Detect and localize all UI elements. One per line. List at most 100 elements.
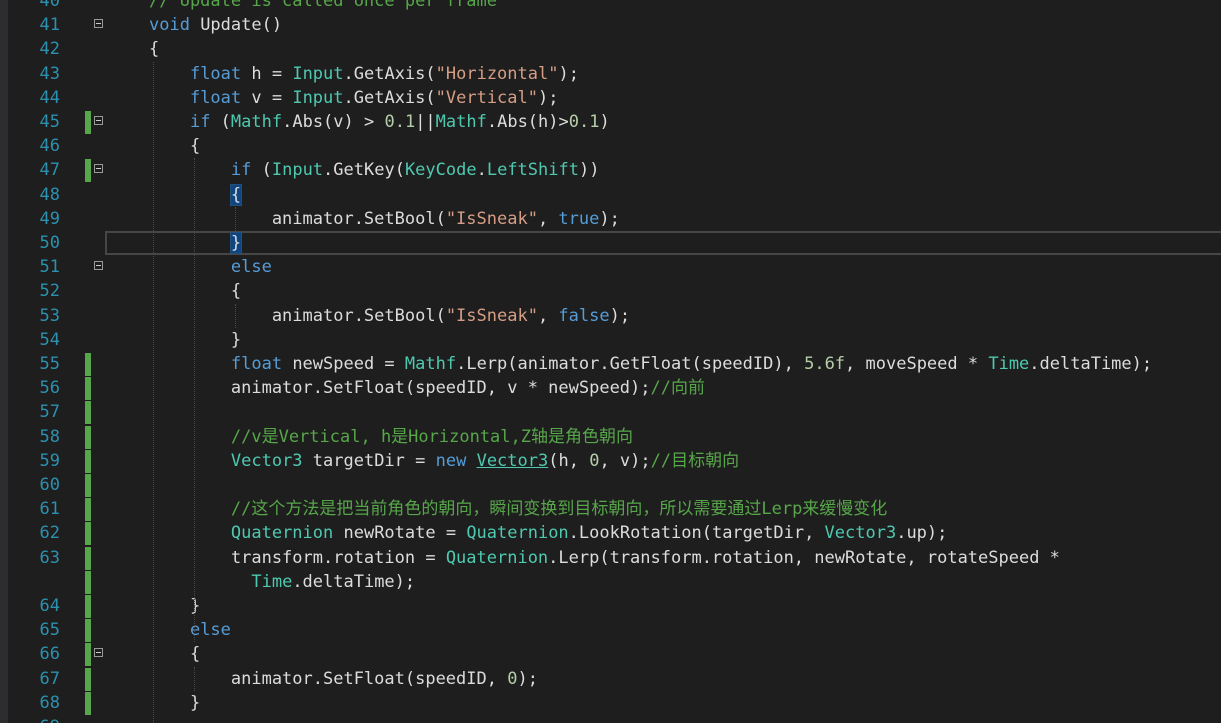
code-line[interactable]: 58 //v是Vertical, h是Horizontal,Z轴是角色朝向: [0, 425, 1221, 449]
code-line[interactable]: 41 void Update(): [0, 13, 1221, 37]
code-line[interactable]: 64 }: [0, 594, 1221, 618]
code-token: //向前: [650, 378, 705, 399]
code-text: Time.deltaTime);: [149, 570, 415, 594]
code-token: Vector3: [230, 450, 303, 471]
code-token: Quaternion: [466, 523, 569, 544]
code-line[interactable]: 53 animator.SetBool("IsSneak", false);: [0, 304, 1221, 328]
code-line[interactable]: 42 {: [0, 37, 1221, 61]
code-line[interactable]: 67 animator.SetFloat(speedID, 0);: [0, 667, 1221, 691]
code-text: animator.SetBool("IsSneak", true);: [149, 207, 620, 231]
code-token: {: [149, 281, 242, 302]
code-token: (h,: [548, 450, 590, 471]
collapse-minus-icon[interactable]: [94, 19, 103, 29]
line-number: 43: [39, 63, 60, 84]
code-token: {: [149, 136, 201, 157]
line-number: 64: [39, 596, 60, 616]
code-text: //v是Vertical, h是Horizontal,Z轴是角色朝向: [149, 425, 633, 449]
code-line[interactable]: 46 {: [0, 134, 1221, 158]
code-line[interactable]: 69: [0, 715, 1221, 723]
code-line[interactable]: Time.deltaTime);: [0, 570, 1221, 594]
code-line[interactable]: 44 float v = Input.GetAxis("Vertical");: [0, 86, 1221, 110]
code-line[interactable]: 60: [0, 473, 1221, 497]
change-marker: [85, 619, 91, 643]
line-number: 45: [39, 112, 60, 132]
code-text: Vector3 targetDir = new Vector3(h, 0, v)…: [149, 449, 739, 473]
line-number: 48: [39, 184, 60, 205]
code-line[interactable]: 45 if (Mathf.Abs(v) > 0.1||Mathf.Abs(h)>…: [0, 110, 1221, 134]
code-token: if: [189, 112, 211, 132]
code-line[interactable]: 52 {: [0, 279, 1221, 303]
code-token: {: [149, 39, 160, 60]
code-line[interactable]: 61 //这个方法是把当前角色的朝向，瞬间变换到目标朝向，所以需要通过Lerp来…: [0, 497, 1221, 522]
code-token: .: [476, 160, 487, 181]
code-text: if (Input.GetKey(KeyCode.LeftShift)): [149, 158, 600, 182]
code-token: ): [599, 112, 610, 132]
change-marker: [85, 111, 91, 134]
change-marker: [85, 570, 91, 594]
code-token: 0: [589, 450, 600, 471]
code-line[interactable]: 63 transform.rotation = Quaternion.Lerp(…: [0, 546, 1221, 570]
code-token: new: [435, 450, 467, 471]
code-line[interactable]: 66 {: [0, 642, 1221, 667]
code-token: 5.6f: [804, 354, 846, 374]
change-marker: [85, 474, 91, 497]
code-text: transform.rotation = Quaternion.Lerp(tra…: [149, 546, 1060, 570]
code-line[interactable]: 68 }: [0, 691, 1221, 715]
code-text: }: [149, 691, 200, 715]
code-line[interactable]: 54 }: [0, 328, 1221, 352]
code-line[interactable]: 57: [0, 400, 1221, 425]
change-marker: [85, 449, 91, 473]
line-number: 62: [39, 523, 60, 544]
collapse-minus-icon[interactable]: [94, 164, 103, 174]
change-marker: [85, 425, 91, 449]
code-token: Time: [988, 354, 1030, 374]
code-line[interactable]: 49 animator.SetBool("IsSneak", true);: [0, 207, 1221, 231]
line-number: 47: [39, 160, 60, 181]
code-line[interactable]: 51 else: [0, 255, 1221, 279]
code-token: .deltaTime);: [292, 571, 416, 592]
code-token: .deltaTime);: [1029, 354, 1153, 374]
code-text: else: [149, 255, 272, 279]
code-token: Mathf: [435, 112, 487, 132]
code-text: {: [149, 134, 200, 158]
code-text: //这个方法是把当前角色的朝向，瞬间变换到目标朝向，所以需要通过Lerp来缓慢变…: [149, 497, 887, 521]
code-token: ,: [537, 208, 559, 229]
code-token: // Update is called once per frame: [149, 0, 497, 11]
line-number: 65: [39, 620, 60, 641]
line-number: 41: [39, 15, 60, 36]
code-text: {: [149, 37, 159, 61]
code-line[interactable]: 50 }: [0, 231, 1221, 255]
collapse-minus-icon[interactable]: [94, 116, 103, 125]
code-line[interactable]: 65 else: [0, 618, 1221, 643]
code-token: );: [599, 208, 620, 229]
code-line[interactable]: 62 Quaternion newRotate = Quaternion.Loo…: [0, 521, 1221, 546]
code-token: Update(): [189, 15, 283, 36]
code-line[interactable]: 59 Vector3 targetDir = new Vector3(h, 0,…: [0, 449, 1221, 473]
indent-guide: [194, 158, 195, 643]
current-line-highlight: [105, 231, 1221, 255]
code-line[interactable]: 43 float h = Input.GetAxis("Horizontal")…: [0, 62, 1221, 86]
line-number: 53: [39, 305, 60, 326]
code-token: animator.SetFloat(speedID, v * newSpeed)…: [149, 378, 651, 399]
code-line[interactable]: 55 float newSpeed = Mathf.Lerp(animator.…: [0, 352, 1221, 376]
code-editor[interactable]: 40 // Update is called once per frame 41 vo…: [0, 0, 1221, 723]
code-token: .GetKey(: [323, 160, 405, 181]
code-token: else: [189, 620, 231, 641]
code-token: );: [538, 87, 559, 108]
code-line[interactable]: 56 animator.SetFloat(speedID, v * newSpe…: [0, 376, 1221, 401]
code-line[interactable]: 40 // Update is called once per frame: [0, 0, 1221, 13]
code-text: if (Mathf.Abs(v) > 0.1||Mathf.Abs(h)>0.1…: [149, 110, 610, 134]
code-token: ||: [415, 112, 436, 132]
code-token: Quaternion: [445, 547, 549, 568]
collapse-minus-icon[interactable]: [94, 648, 103, 658]
line-number: 40: [39, 0, 60, 11]
code-line[interactable]: 48 {: [0, 183, 1221, 207]
code-line[interactable]: 47 if (Input.GetKey(KeyCode.LeftShift)): [0, 158, 1221, 183]
collapse-minus-icon[interactable]: [94, 261, 103, 271]
